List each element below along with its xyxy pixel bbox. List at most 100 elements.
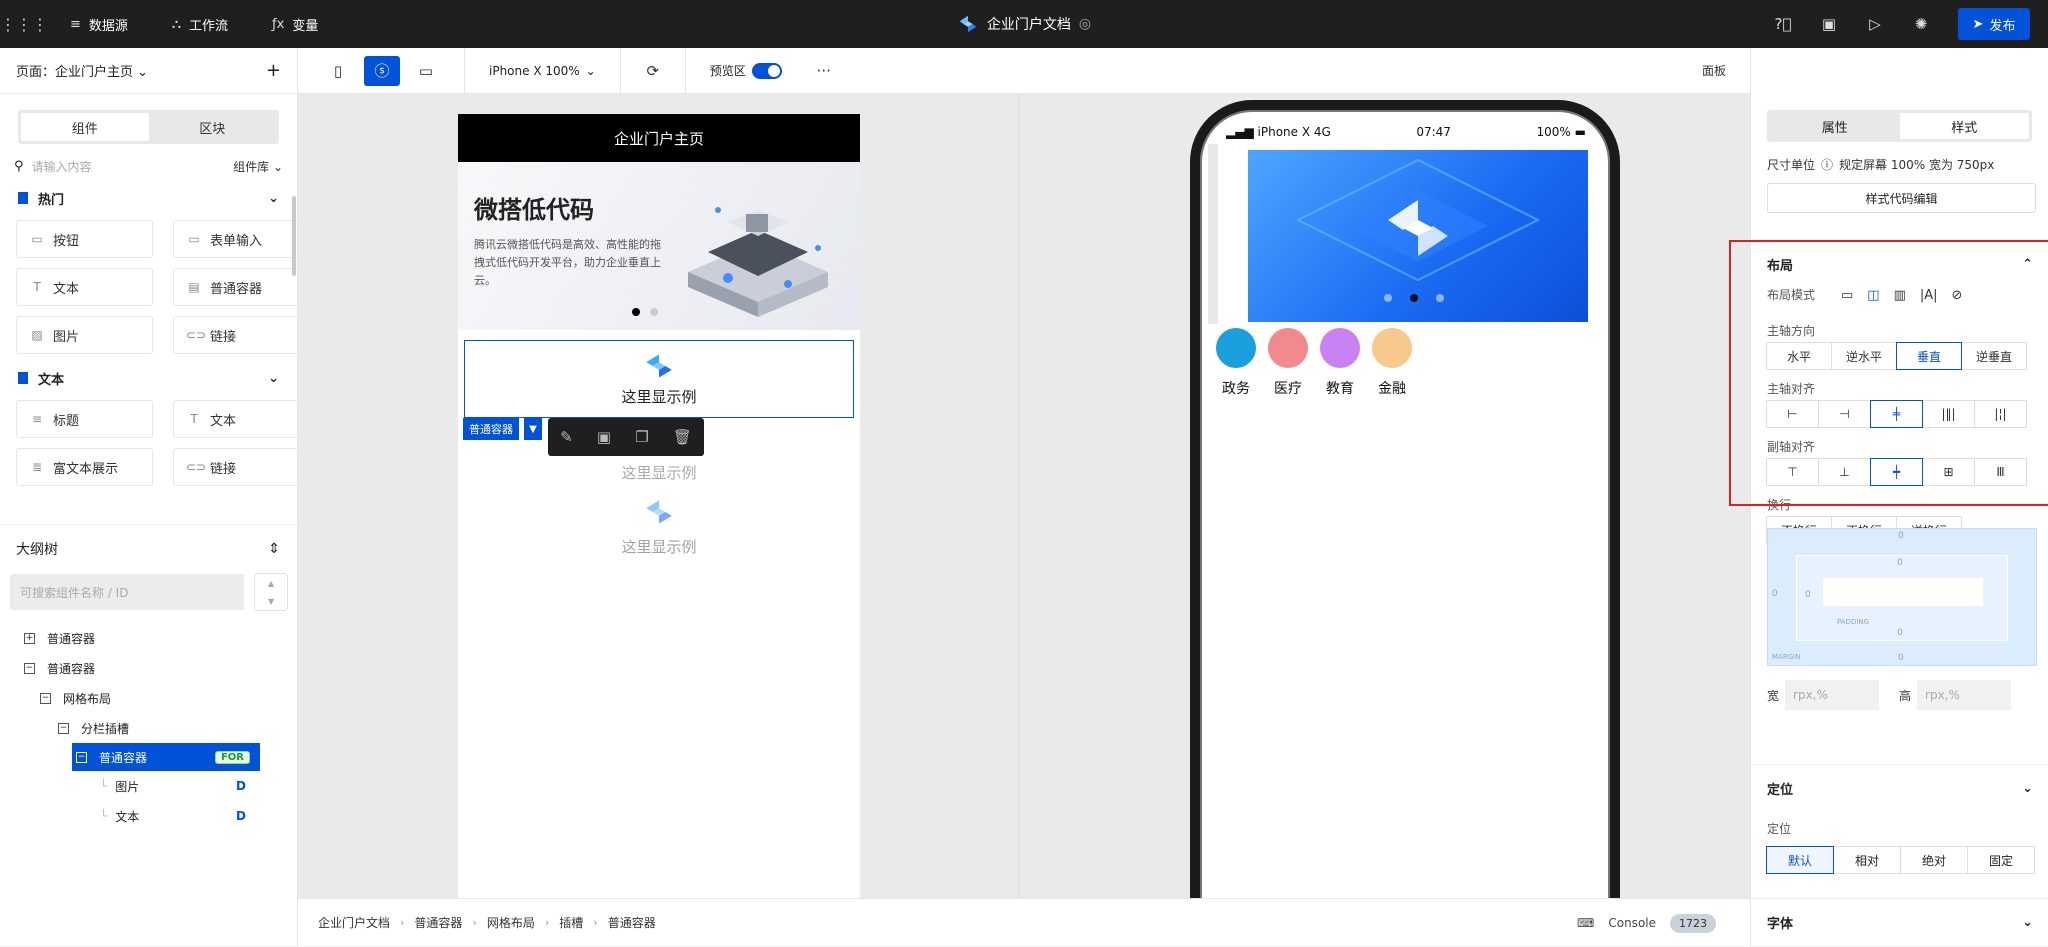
width-input[interactable]: rpx,% (1785, 680, 1880, 710)
component-search[interactable]: ⚲ 请输入内容 组件库 ⌄ (0, 148, 297, 184)
phone-banner[interactable] (1248, 150, 1588, 322)
caret-down-icon[interactable]: ▼ (524, 418, 542, 440)
position-header[interactable]: 定位 ⌄ (1751, 764, 2048, 812)
component-image[interactable]: ▨ 图片 (16, 316, 153, 354)
page-header[interactable]: 企业门户主页 (458, 114, 860, 162)
arrow-up-icon[interactable]: ▲ (255, 574, 287, 592)
style-code-edit-button[interactable]: 样式代码编辑 (1767, 183, 2036, 213)
category-item[interactable]: 政务 (1216, 328, 1256, 398)
section-text[interactable]: 文本 ⌄ (0, 364, 297, 392)
phone-banner-dots[interactable] (1384, 294, 1444, 302)
hidden-mode-icon[interactable]: ⊘ (1952, 288, 1963, 303)
breadcrumb-item[interactable]: 网格布局 (487, 914, 535, 931)
publish-button[interactable]: ➤ 发布 (1958, 8, 2030, 40)
tree-leaf[interactable]: └ 图片 D (0, 771, 298, 801)
collapse-icon[interactable]: − (76, 751, 87, 763)
play-icon[interactable]: ▷ (1866, 15, 1884, 33)
edit-icon[interactable]: ✎ (560, 428, 573, 446)
page-selector[interactable]: 页面：企业门户主页 ⌄ + (0, 48, 297, 94)
desktop-view-button[interactable]: ▭ (408, 56, 444, 86)
refresh-button[interactable]: ⟳ (635, 56, 671, 86)
debug-icon[interactable]: ✺ (1912, 15, 1930, 33)
collapse-icon[interactable]: − (24, 662, 35, 674)
breadcrumb-item[interactable]: 插槽 (559, 914, 583, 931)
padding-bottom-value[interactable]: 0 (1897, 628, 1903, 638)
save-icon[interactable]: ▣ (1820, 15, 1838, 33)
tab-style[interactable]: 样式 (1899, 113, 2029, 139)
position-relative[interactable]: 相对 (1833, 846, 1901, 874)
margin-bottom-value[interactable]: 0 (1898, 653, 1904, 663)
tree-node[interactable]: + 普通容器 (0, 623, 298, 653)
component-link[interactable]: ⊂⊃ 链接 (173, 448, 299, 486)
breadcrumb-item[interactable]: 普通容器 (608, 914, 656, 931)
align-center-icon[interactable]: ╪ (1870, 400, 1923, 428)
component-text[interactable]: T 文本 (173, 400, 299, 438)
margin-top-value[interactable]: 0 (1898, 531, 1904, 541)
component-form-input[interactable]: ▭ 表单输入 (173, 220, 299, 258)
category-item[interactable]: 教育 (1320, 328, 1360, 398)
height-input[interactable]: rpx,% (1917, 680, 2012, 710)
breadcrumb-item[interactable]: 普通容器 (414, 914, 462, 931)
component-link[interactable]: ⊂⊃ 链接 (173, 316, 299, 354)
component-heading[interactable]: ≡ 标题 (16, 400, 153, 438)
padding-top-value[interactable]: 0 (1897, 558, 1903, 568)
breadcrumb-item[interactable]: 企业门户文档 (318, 914, 390, 931)
collapse-icon[interactable]: − (58, 722, 69, 734)
save-icon[interactable]: ▣ (597, 428, 611, 446)
library-dropdown[interactable]: 组件库 ⌄ (233, 158, 283, 175)
padding-left-value[interactable]: 0 (1805, 590, 1811, 600)
component-text[interactable]: T 文本 (16, 268, 153, 306)
add-page-icon[interactable]: + (266, 60, 281, 81)
panel-toggle[interactable]: 面板 (1702, 62, 1726, 79)
expand-icon[interactable]: + (24, 632, 35, 644)
tab-properties[interactable]: 属性 (1770, 113, 1900, 139)
grid-mode-icon[interactable]: ▥ (1894, 288, 1906, 303)
miniprogram-view-button[interactable]: ⓢ (364, 55, 400, 86)
category-item[interactable]: 金融 (1372, 328, 1412, 398)
component-container[interactable]: ▤ 普通容器 (173, 268, 299, 306)
tree-node[interactable]: − 普通容器 (0, 653, 298, 683)
apps-grid-icon[interactable]: ⋮⋮⋮ (0, 0, 48, 48)
help-icon[interactable]: ?⃝ (1774, 15, 1792, 33)
component-button[interactable]: ▭ 按钮 (16, 220, 153, 258)
block-mode-icon[interactable]: ▭ (1841, 288, 1853, 303)
menu-variables[interactable]: ƒx 变量 (250, 15, 340, 34)
device-selector[interactable]: iPhone X 100% ⌄ (465, 64, 620, 78)
inline-mode-icon[interactable]: |A| (1920, 288, 1938, 303)
collapse-icon[interactable]: − (40, 692, 51, 704)
mobile-view-button[interactable]: ▯ (320, 56, 356, 86)
selected-component-tag[interactable]: 普通容器 (463, 418, 519, 440)
console-button[interactable]: ⌨ Console 1723 (1577, 899, 1716, 947)
outline-nav[interactable]: ▲ ▼ (254, 573, 288, 611)
repeated-item[interactable]: 这里显示例 (458, 498, 860, 557)
tree-node[interactable]: − 分栏插槽 (0, 713, 298, 743)
search-input[interactable]: 请输入内容 (32, 158, 226, 175)
font-header[interactable]: 字体 ⌄ (1751, 898, 2048, 946)
flex-mode-icon[interactable]: ◫ (1867, 288, 1879, 303)
position-default[interactable]: 默认 (1766, 846, 1834, 874)
direction-vertical[interactable]: 垂直 (1896, 342, 1962, 370)
menu-datasource[interactable]: ≡ 数据源 (48, 15, 150, 34)
preview-toggle[interactable] (751, 62, 782, 79)
outline-header[interactable]: 大纲树 ⇕ (0, 525, 298, 573)
tab-components[interactable]: 组件 (21, 113, 149, 141)
copy-icon[interactable]: ❐ (635, 428, 648, 446)
doc-title[interactable]: 企业门户文档 (987, 14, 1071, 34)
tree-node[interactable]: − 网格布局 (0, 683, 298, 713)
arrow-down-icon[interactable]: ▼ (255, 592, 287, 610)
selected-container[interactable]: 这里显示例 (464, 340, 854, 418)
banner-dots[interactable] (632, 308, 658, 316)
tree-node-selected[interactable]: − 普通容器 FOR (72, 743, 260, 771)
expand-collapse-icon[interactable]: ⇕ (268, 541, 280, 557)
more-button[interactable]: ··· (806, 56, 842, 86)
margin-left-value[interactable]: 0 (1772, 589, 1778, 599)
position-fixed[interactable]: 固定 (1967, 846, 2035, 874)
tab-blocks[interactable]: 区块 (149, 113, 277, 141)
outline-search-input[interactable]: 可搜索组件名称 / ID (10, 574, 245, 610)
component-richtext[interactable]: ≣ 富文本展示 (16, 448, 153, 486)
delete-icon[interactable]: 🗑 (673, 428, 692, 446)
left-scrollbar[interactable] (292, 196, 296, 276)
section-hot[interactable]: 热门 ⌄ (0, 184, 297, 212)
category-item[interactable]: 医疗 (1268, 328, 1308, 398)
cross-center-icon[interactable]: ┿ (1870, 458, 1923, 486)
